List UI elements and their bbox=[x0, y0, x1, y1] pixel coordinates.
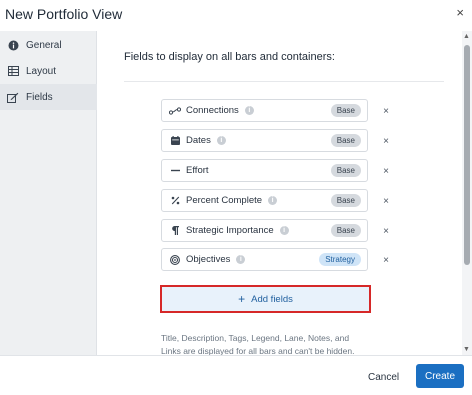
scroll-thumb[interactable] bbox=[464, 45, 470, 265]
scrollbar[interactable]: ▲ ▼ bbox=[462, 31, 472, 355]
scroll-down-arrow-icon[interactable]: ▼ bbox=[463, 346, 470, 353]
field-row-percent-complete: Percent Complete i Base bbox=[161, 189, 368, 212]
info-icon[interactable]: i bbox=[244, 106, 254, 115]
sidebar-item-label: Fields bbox=[26, 91, 53, 103]
field-row-dates: Dates i Base bbox=[161, 129, 368, 152]
field-name: Effort bbox=[186, 165, 209, 176]
remove-field-button[interactable]: × bbox=[380, 254, 392, 266]
info-icon[interactable]: i bbox=[268, 196, 278, 205]
info-circle-icon bbox=[6, 40, 20, 51]
field-row-connections: Connections i Base bbox=[161, 99, 368, 122]
field-badge: Base bbox=[330, 104, 361, 117]
field-row-effort: Effort Base bbox=[161, 159, 368, 182]
add-fields-button[interactable]: + Add fields bbox=[160, 285, 371, 313]
field-row-strategic-importance: Strategic Importance i Base bbox=[161, 219, 368, 242]
field-badge: Base bbox=[330, 194, 361, 207]
add-fields-label: Add fields bbox=[251, 293, 293, 305]
connections-icon bbox=[169, 106, 181, 115]
main-content: Fields to display on all bars and contai… bbox=[98, 31, 462, 355]
remove-field-button[interactable]: × bbox=[380, 195, 392, 207]
sidebar-item-label: Layout bbox=[26, 65, 57, 77]
remove-field-button[interactable]: × bbox=[380, 135, 392, 147]
plus-icon: + bbox=[238, 292, 246, 306]
remove-field-button[interactable]: × bbox=[380, 165, 392, 177]
paragraph-icon bbox=[169, 226, 181, 235]
field-name: Objectives bbox=[186, 254, 231, 265]
info-icon[interactable]: i bbox=[236, 255, 246, 264]
field-badge: Base bbox=[330, 224, 361, 237]
calendar-icon bbox=[169, 136, 181, 145]
divider bbox=[124, 81, 444, 82]
sidebar: General Layout Fields bbox=[0, 31, 97, 355]
remove-field-button[interactable]: × bbox=[380, 105, 392, 117]
fields-footnote: Title, Description, Tags, Legend, Lane, … bbox=[161, 333, 355, 355]
target-icon bbox=[169, 254, 181, 265]
dialog-footer: Cancel Create bbox=[0, 355, 472, 395]
scroll-up-arrow-icon[interactable]: ▲ bbox=[463, 33, 470, 40]
field-row-objectives: Objectives i Strategy bbox=[161, 248, 368, 271]
sidebar-item-label: General bbox=[26, 39, 62, 51]
close-icon[interactable]: × bbox=[456, 5, 464, 20]
field-name: Percent Complete bbox=[186, 195, 263, 206]
cancel-button[interactable]: Cancel bbox=[368, 366, 399, 388]
field-name: Connections bbox=[186, 105, 239, 116]
dialog-title: New Portfolio View bbox=[5, 6, 123, 22]
sidebar-item-fields[interactable]: Fields bbox=[0, 84, 97, 110]
dialog-header: New Portfolio View × bbox=[0, 0, 472, 31]
info-icon[interactable]: i bbox=[216, 136, 226, 145]
dash-icon bbox=[169, 169, 181, 172]
edit-icon bbox=[6, 92, 20, 103]
field-badge: Strategy bbox=[319, 253, 361, 266]
info-icon[interactable]: i bbox=[279, 226, 289, 235]
field-badge: Base bbox=[330, 134, 361, 147]
remove-field-button[interactable]: × bbox=[380, 225, 392, 237]
field-badge: Base bbox=[330, 164, 361, 177]
sidebar-item-layout[interactable]: Layout bbox=[0, 58, 97, 84]
grid-icon bbox=[6, 66, 20, 76]
sidebar-item-general[interactable]: General bbox=[0, 32, 97, 58]
field-name: Dates bbox=[186, 135, 211, 146]
percent-icon bbox=[169, 196, 181, 205]
create-button[interactable]: Create bbox=[416, 364, 464, 388]
fields-heading: Fields to display on all bars and contai… bbox=[124, 51, 335, 63]
field-name: Strategic Importance bbox=[186, 225, 274, 236]
